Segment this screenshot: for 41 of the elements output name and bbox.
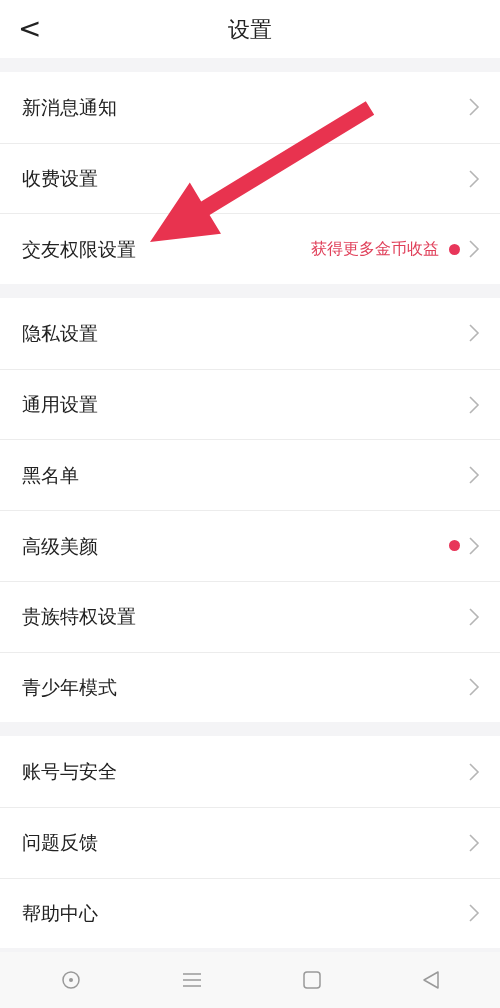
chevron-icon — [468, 97, 480, 118]
back-triangle-icon[interactable] — [421, 970, 440, 990]
square-icon[interactable] — [302, 971, 321, 989]
row-label: 隐私设置 — [22, 321, 99, 347]
row-label: 高级美颜 — [22, 533, 99, 559]
chevron-icon — [468, 465, 480, 486]
row-label: 贵族特权设置 — [22, 604, 137, 630]
row-note: 获得更多金币收益 — [311, 238, 439, 261]
settings-row[interactable]: 问题反馈 — [0, 806, 500, 878]
settings-row[interactable]: 隐私设置 — [0, 298, 500, 369]
home-icon[interactable] — [60, 970, 81, 990]
chevron-icon — [468, 677, 480, 698]
row-label: 黑名单 — [22, 463, 80, 489]
settings-row[interactable]: 帮助中心 — [0, 877, 500, 949]
settings-row[interactable]: 黑名单 — [0, 439, 500, 511]
row-label: 帮助中心 — [22, 901, 99, 927]
chevron-icon — [468, 323, 480, 344]
row-label: 新消息通知 — [22, 95, 118, 121]
chevron-icon — [468, 394, 480, 415]
page-title: 设置 — [228, 15, 272, 44]
row-label: 通用设置 — [22, 392, 99, 418]
settings-row[interactable]: 青少年模式 — [0, 651, 500, 723]
settings-row[interactable]: 账号与安全 — [0, 736, 500, 807]
row-label: 交友权限设置 — [22, 236, 137, 262]
chevron-icon — [468, 761, 480, 782]
menu-icon[interactable] — [181, 972, 202, 988]
chevron-icon — [468, 168, 480, 189]
chevron-icon — [468, 239, 480, 260]
settings-row[interactable]: 新消息通知 — [0, 72, 500, 143]
row-label: 收费设置 — [22, 166, 99, 192]
settings-row[interactable]: 高级美颜 — [0, 510, 500, 581]
chevron-icon — [468, 832, 480, 853]
settings-row[interactable]: 贵族特权设置 — [0, 580, 500, 652]
back-button[interactable]: < — [18, 15, 42, 43]
row-label: 问题反馈 — [22, 830, 99, 856]
chevron-icon — [468, 606, 480, 627]
row-label: 青少年模式 — [22, 675, 118, 701]
row-label: 账号与安全 — [22, 759, 118, 785]
chevron-icon — [468, 535, 480, 556]
settings-row[interactable]: 通用设置 — [0, 368, 500, 440]
chevron-icon — [468, 903, 480, 924]
